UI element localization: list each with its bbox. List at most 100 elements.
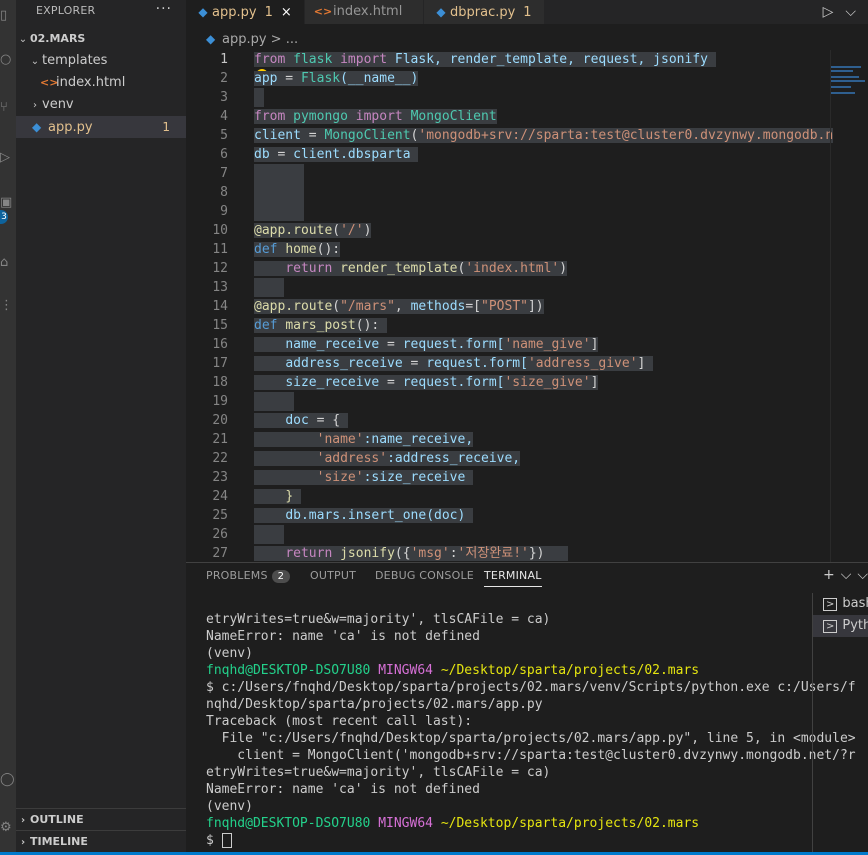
html-file-icon: <> [40,76,59,89]
chevron-down-icon[interactable]: ⌵ [841,567,852,583]
chevron-down-icon: ⌄ [30,56,40,67]
line-number: 13 [212,280,228,295]
terminal-line: (venv) [206,646,253,661]
close-icon[interactable]: × [281,5,292,20]
workspace-root[interactable]: ⌄ 02.MARS [16,28,186,50]
line-number: 8 [220,185,228,200]
line-number: 12 [212,261,228,276]
line-number: 2 [220,71,228,86]
tab-output[interactable]: OUTPUT [310,569,356,582]
line-number: 22 [212,451,228,466]
tab-terminal[interactable]: TERMINAL [484,569,542,587]
line-number: 15 [212,318,228,333]
line-number: 21 [212,432,228,447]
code-line-25: db.mars.insert_one(doc) [254,506,474,525]
line-number: 19 [212,394,228,409]
run-debug-icon[interactable]: ▷ [0,150,16,166]
chevron-right-icon: › [20,815,26,826]
terminal-line: (venv) [206,799,253,814]
terminal-line: $ c:/Users/fnqhd/Desktop/sparta/projects… [206,680,856,695]
explorer-icon[interactable]: ▯ [0,8,16,24]
explorer-more-button[interactable]: ··· [156,1,172,17]
terminal-line: NameError: name 'ca' is not defined [206,629,480,644]
line-number: 6 [220,147,228,162]
explorer-sidebar: EXPLORER ··· ⌄ 02.MARS ⌄ templates <>index… [16,0,186,855]
split-terminal-icon[interactable]: ⌵ [857,567,868,583]
tree-item-index-html[interactable]: <>index.html [16,72,210,94]
chevron-down-icon[interactable]: ⌵ [845,4,856,20]
line-number: 17 [212,356,228,371]
source-control-icon[interactable]: ⑂ [0,100,16,116]
terminal-list: >bash >Python [812,593,868,853]
terminal-icon: > [823,620,838,633]
code-line-6: db = client.dbsparta [254,145,419,164]
terminal-list-item-python[interactable]: >Python [813,615,868,637]
minimap[interactable] [830,50,868,562]
breadcrumb[interactable]: ◆ app.py > ... [186,29,298,49]
workspace-root-label: 02.MARS [30,32,86,45]
line-number: 5 [220,128,228,143]
line-number: 14 [212,299,228,314]
line-number: 18 [212,375,228,390]
outline-section[interactable]: › OUTLINE [16,808,186,831]
terminal-line: NameError: name 'ca' is not defined [206,782,480,797]
code-line-16: name_receive = request.form['name_give'] [254,335,599,354]
tree-item-app-py[interactable]: ◆ app.py 1 [16,116,186,138]
terminal-line: client = MongoClient('mongodb+srv://spar… [206,748,856,763]
line-number: 1 [220,52,228,67]
tree-item-label: index.html [56,75,126,90]
line-number: 24 [212,489,228,504]
remote-icon[interactable]: ⌂ [0,255,16,271]
python-file-icon: ◆ [32,120,42,134]
run-icon[interactable]: ▷ [823,4,834,20]
terminal-line: File "c:/Users/fnqhd/Desktop/sparta/proj… [206,731,856,746]
timeline-section[interactable]: › TIMELINE [16,830,186,853]
more-icon[interactable]: ⋮ [0,298,16,314]
extensions-icon[interactable]: ▣ [0,195,16,211]
code-line-10: @app.route('/') [254,223,372,238]
code-line-27: return jsonify({'msg':'저장완료!'}) [254,544,568,562]
code-line-17: address_receive = request.form['address_… [254,354,654,373]
new-terminal-icon[interactable]: + [823,567,835,583]
tab-label: dbprac.py [450,5,516,20]
code-line-24: } [254,487,301,506]
line-number: 25 [212,508,228,523]
tab-problems[interactable]: PROBLEMS 2 [206,569,291,583]
code-line-21: 'name':name_receive, [254,430,474,449]
code-line-18: size_receive = request.form['size_give'] [254,373,599,392]
line-number: 4 [220,109,228,124]
tab-index-html[interactable]: <>index.html [305,0,424,24]
code-line-15: def mars_post(): [254,316,388,335]
python-file-icon: ◆ [206,32,216,46]
search-icon[interactable]: ○ [0,52,16,68]
line-number: 23 [212,470,228,485]
code-line-20: doc = { [254,411,348,430]
tree-item-label: templates [42,53,108,68]
terminal-line: nqhd/Desktop/sparta/projects/02.mars/app… [206,697,543,712]
tree-item-label: venv [42,97,74,112]
terminal-input-line[interactable]: $ [206,832,806,849]
account-icon[interactable]: ◯ [0,772,16,788]
editor-tabs: ◆ app.py 1 × <>index.html ◆ dbprac.py 1 ▷ ⌵ [186,0,868,24]
terminal-cursor [221,833,232,848]
tab-debug-console[interactable]: DEBUG CONSOLE [375,569,474,582]
terminal-list-item-bash[interactable]: >bash [813,593,868,615]
tree-item-venv[interactable]: › venv [16,94,198,116]
terminal-prompt-line: fnqhd@DESKTOP-DSO7U80 MINGW64 ~/Desktop/… [206,816,700,831]
settings-gear-icon[interactable]: ⚙ [0,820,16,836]
code-line-12: return render_template('index.html') [254,259,568,278]
tree-item-templates[interactable]: ⌄ templates [16,50,198,72]
terminal-output[interactable]: etryWrites=true&w=majority', tlsCAFile =… [206,611,856,849]
chevron-right-icon: › [33,100,37,111]
problems-count-badge: 2 [271,570,291,583]
code-line-23: 'size':size_receive [254,468,474,487]
tab-dbprac-py[interactable]: ◆ dbprac.py 1 [424,0,545,24]
line-number: 11 [212,242,228,257]
terminal-line: etryWrites=true&w=majority', tlsCAFile =… [206,612,551,627]
tab-app-py[interactable]: ◆ app.py 1 × [186,0,305,24]
tab-problem-badge: 1 [264,5,273,20]
line-number: 16 [212,337,228,352]
problem-count-badge: 1 [162,120,170,134]
code-line-11: def home(): [254,242,341,257]
code-editor[interactable]: 1 2 3 4 5 6 7 8 9 10 11 12 13 14 15 16 17 18 19 20 21 22 23 24 2… [186,50,868,562]
